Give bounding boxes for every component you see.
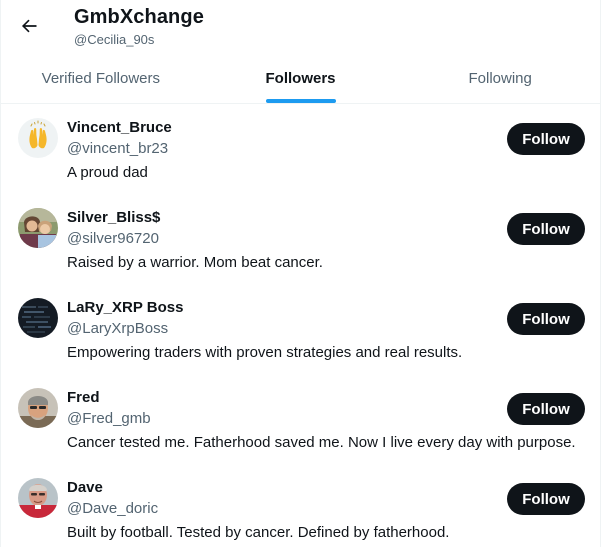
avatar[interactable] xyxy=(18,118,58,158)
profile-photo xyxy=(18,478,58,518)
followers-list: Vincent_Bruce @vincent_br23 A proud dad … xyxy=(1,104,600,547)
user-row[interactable]: Fred @Fred_gmb Cancer tested me. Fatherh… xyxy=(1,374,600,464)
profile-photo xyxy=(18,208,58,248)
user-bio: Empowering traders with proven strategie… xyxy=(67,344,463,361)
user-bio: Cancer tested me. Fatherhood saved me. N… xyxy=(67,434,576,451)
tab-bar: Verified Followers Followers Following xyxy=(1,58,600,104)
back-button[interactable] xyxy=(13,10,45,42)
tab-followers[interactable]: Followers xyxy=(201,58,401,103)
profile-photo xyxy=(18,298,58,338)
follow-button[interactable]: Follow xyxy=(507,303,585,335)
active-tab-indicator xyxy=(265,99,336,103)
user-handle[interactable]: @Fred_gmb xyxy=(67,410,151,427)
tab-verified-followers[interactable]: Verified Followers xyxy=(1,58,201,103)
followers-page: GmbXchange @Cecilia_90s Verified Followe… xyxy=(0,0,601,547)
user-handle[interactable]: @silver96720 xyxy=(67,230,159,247)
user-row[interactable]: Silver_Bliss$ @silver96720 Raised by a w… xyxy=(1,194,600,284)
user-name[interactable]: LaRy_XRP Boss xyxy=(67,299,183,316)
user-handle[interactable]: @Dave_doric xyxy=(67,500,158,517)
avatar[interactable] xyxy=(18,478,58,518)
profile-handle: @Cecilia_90s xyxy=(74,32,155,47)
tab-following[interactable]: Following xyxy=(400,58,600,103)
page-header: GmbXchange @Cecilia_90s xyxy=(1,0,600,56)
user-bio: Built by football. Tested by cancer. Def… xyxy=(67,524,450,541)
user-handle[interactable]: @vincent_br23 xyxy=(67,140,168,157)
arrow-left-icon xyxy=(21,19,37,33)
tab-label: Followers xyxy=(265,70,336,87)
follow-button[interactable]: Follow xyxy=(507,393,585,425)
user-row[interactable]: Dave @Dave_doric Built by football. Test… xyxy=(1,464,600,547)
user-name[interactable]: Silver_Bliss$ xyxy=(67,209,160,226)
avatar[interactable] xyxy=(18,388,58,428)
tab-label: Verified Followers xyxy=(41,70,161,87)
user-name[interactable]: Vincent_Bruce xyxy=(67,119,172,136)
profile-photo xyxy=(18,388,58,428)
user-name[interactable]: Dave xyxy=(67,479,103,496)
user-handle[interactable]: @LaryXrpBoss xyxy=(67,320,168,337)
avatar[interactable] xyxy=(18,298,58,338)
raised-hands-icon xyxy=(18,118,58,158)
profile-name: GmbXchange xyxy=(74,6,204,28)
user-bio: A proud dad xyxy=(67,164,148,181)
avatar[interactable] xyxy=(18,208,58,248)
user-bio: Raised by a warrior. Mom beat cancer. xyxy=(67,254,323,271)
user-row[interactable]: Vincent_Bruce @vincent_br23 A proud dad … xyxy=(1,104,600,194)
follow-button[interactable]: Follow xyxy=(507,483,585,515)
user-row[interactable]: LaRy_XRP Boss @LaryXrpBoss Empowering tr… xyxy=(1,284,600,374)
tab-label: Following xyxy=(468,70,532,87)
follow-button[interactable]: Follow xyxy=(507,213,585,245)
follow-button[interactable]: Follow xyxy=(507,123,585,155)
user-name[interactable]: Fred xyxy=(67,389,100,406)
